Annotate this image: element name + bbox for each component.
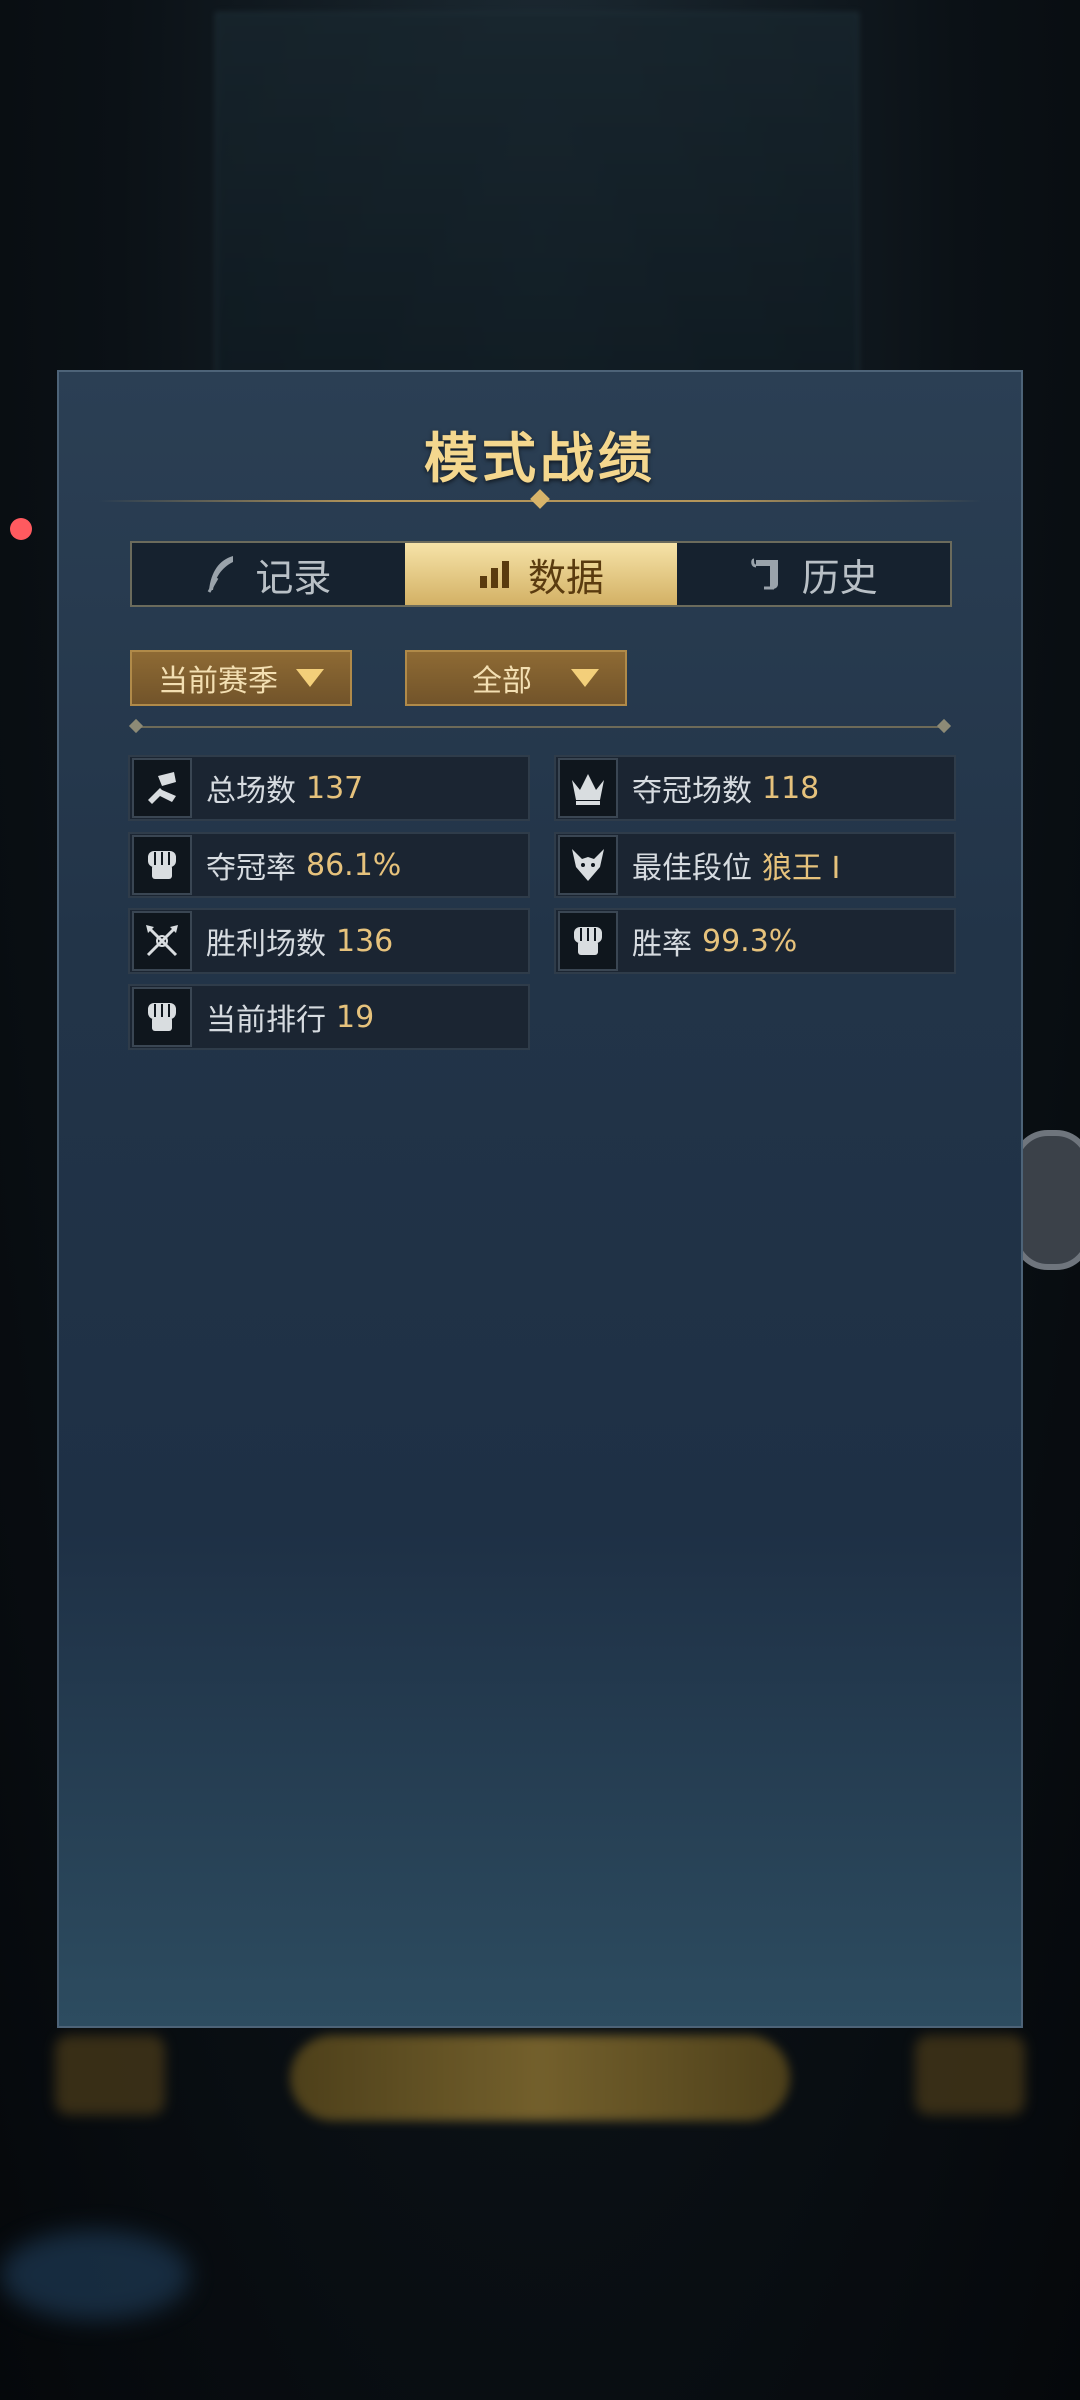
- stat-value: 19: [336, 999, 375, 1035]
- crown-icon: [558, 758, 618, 818]
- fist-icon: [558, 911, 618, 971]
- stat-label: 总场数: [206, 774, 296, 809]
- tab-bar: 记录 数据 历史: [130, 541, 952, 607]
- background-start-button: [290, 2035, 790, 2121]
- crossed-weapons-icon: [132, 911, 192, 971]
- stat-label: 夺冠场数: [632, 774, 752, 809]
- hand-card-icon: [132, 758, 192, 818]
- tab-history[interactable]: 历史: [677, 543, 950, 605]
- stat-total-games: 总场数 137: [128, 755, 530, 821]
- background-bottom-element: [0, 2230, 190, 2320]
- stat-value: 99.3%: [702, 923, 798, 959]
- tab-data-label: 数据: [528, 555, 605, 600]
- background-left-icon: [55, 2035, 165, 2115]
- stat-wins: 胜利场数 136: [128, 908, 530, 974]
- stat-label: 夺冠率: [206, 851, 296, 886]
- stat-value: 136: [336, 923, 394, 959]
- bar-chart-icon: [478, 558, 512, 590]
- stat-label: 当前排行: [206, 1003, 326, 1038]
- stat-label: 最佳段位: [632, 851, 752, 886]
- wolf-icon: [558, 835, 618, 895]
- stat-value: 狼王 I: [762, 851, 841, 886]
- stat-best-rank: 最佳段位 狼王 I: [554, 832, 956, 898]
- stat-current-ranking: 当前排行 19: [128, 984, 530, 1050]
- panel-title: 模式战绩: [424, 427, 656, 490]
- stat-value: 118: [762, 770, 820, 806]
- scope-dropdown[interactable]: 全部: [405, 650, 627, 706]
- stat-label: 胜率: [632, 927, 692, 962]
- chevron-down-icon: [571, 669, 599, 687]
- fist-icon: [132, 987, 192, 1047]
- chevron-down-icon: [296, 669, 324, 687]
- fist-icon: [132, 835, 192, 895]
- stat-win-rate: 胜率 99.3%: [554, 908, 956, 974]
- filter-divider-ornament-left: [128, 718, 144, 734]
- scroll-icon: [750, 556, 786, 592]
- tab-records-label: 记录: [255, 555, 332, 600]
- tab-records[interactable]: 记录: [132, 543, 405, 605]
- background-right-icon: [915, 2035, 1025, 2115]
- background-card: [215, 12, 859, 406]
- filter-divider: [134, 726, 946, 728]
- mode-record-panel: 模式战绩 记录 数据 历史 当前赛季 全部 总场数 137 夺冠场数 118 夺…: [57, 370, 1023, 2028]
- stat-value: 86.1%: [306, 847, 402, 883]
- stat-value: 137: [306, 770, 364, 806]
- filter-divider-ornament-right: [936, 718, 952, 734]
- tab-history-label: 历史: [801, 555, 878, 600]
- season-dropdown[interactable]: 当前赛季: [130, 650, 352, 706]
- notification-dot: [10, 518, 32, 540]
- scope-dropdown-label: 全部: [472, 664, 532, 699]
- quill-icon: [205, 554, 239, 594]
- stat-championships: 夺冠场数 118: [554, 755, 956, 821]
- tab-data[interactable]: 数据: [404, 543, 678, 605]
- season-dropdown-label: 当前赛季: [158, 664, 278, 699]
- stat-label: 胜利场数: [206, 927, 326, 962]
- stat-championship-rate: 夺冠率 86.1%: [128, 832, 530, 898]
